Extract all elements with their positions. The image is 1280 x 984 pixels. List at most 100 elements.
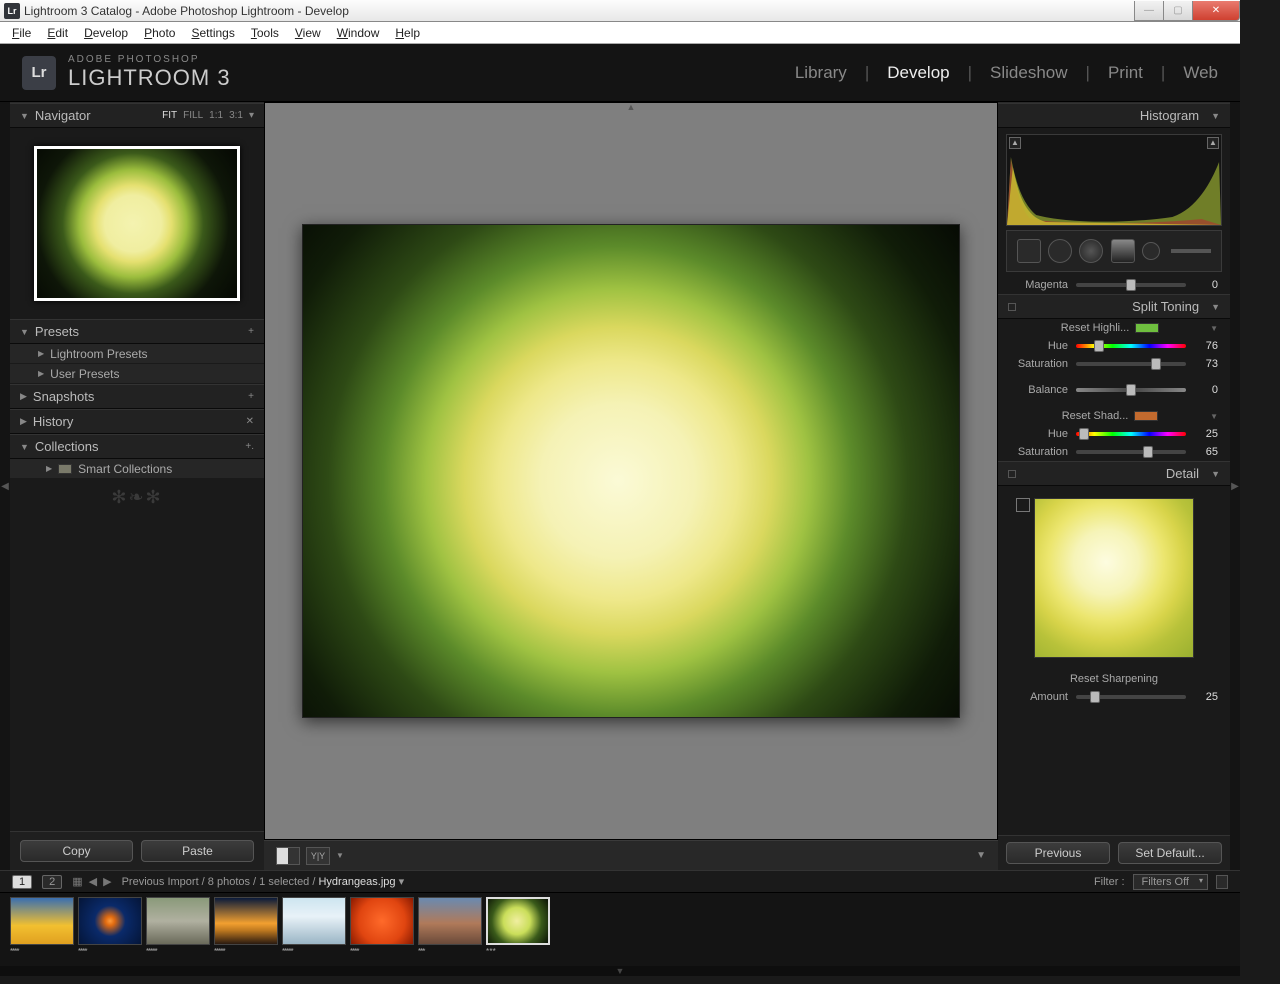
sharpening-amount-slider[interactable]: Amount 25	[998, 688, 1230, 706]
menu-view[interactable]: View	[289, 24, 327, 42]
rating-stars[interactable]: *****	[146, 945, 210, 956]
chevron-down-icon[interactable]: ▼	[1210, 324, 1218, 333]
window-minimize-button[interactable]: —	[1134, 1, 1164, 21]
nav-back-icon[interactable]: ◀	[89, 875, 97, 888]
filmstrip-thumbnail[interactable]	[10, 897, 74, 945]
add-snapshot-button[interactable]: +	[248, 391, 254, 402]
grad-filter-tool[interactable]	[1111, 239, 1135, 263]
adjust-brush-tool[interactable]	[1142, 242, 1160, 260]
filmstrip-item[interactable]: ****	[10, 897, 74, 956]
menu-edit[interactable]: Edit	[41, 24, 74, 42]
highlights-swatch[interactable]	[1135, 323, 1159, 333]
chevron-down-icon[interactable]: ▼	[1210, 412, 1218, 421]
filmstrip-thumbnail[interactable]	[78, 897, 142, 945]
filmstrip-thumbnail[interactable]	[486, 897, 550, 945]
magenta-slider[interactable]: Magenta 0	[998, 276, 1230, 294]
detail-preview[interactable]	[1034, 498, 1194, 658]
collections-header[interactable]: ▼ Collections +.	[10, 434, 264, 459]
before-after-button[interactable]: Y|Y	[306, 847, 330, 865]
filmstrip-item[interactable]: *****	[214, 897, 278, 956]
nav-1to1-button[interactable]: 1:1	[209, 110, 223, 121]
history-header[interactable]: ▶ History ✕	[10, 409, 264, 434]
filmstrip-item[interactable]: * * *	[486, 897, 550, 956]
filmstrip[interactable]: ******************************* * *	[0, 892, 1240, 966]
collection-item[interactable]: ▶ Smart Collections	[10, 459, 264, 479]
main-image[interactable]	[302, 224, 960, 718]
rating-stars[interactable]: ****	[78, 945, 142, 956]
set-default-button[interactable]: Set Default...	[1118, 842, 1222, 864]
menu-file[interactable]: File	[6, 24, 37, 42]
preset-folder[interactable]: ▶Lightroom Presets	[10, 344, 264, 364]
bottom-panel-grip[interactable]: ▼	[0, 966, 1240, 976]
crop-tool[interactable]	[1017, 239, 1041, 263]
shadows-swatch[interactable]	[1134, 411, 1158, 421]
module-slideshow[interactable]: Slideshow	[990, 63, 1068, 83]
nav-fill-button[interactable]: FILL	[183, 110, 203, 121]
toolbar-menu[interactable]: ▼	[976, 850, 986, 861]
highlights-sat-slider[interactable]: Saturation 73	[998, 355, 1230, 373]
detail-header[interactable]: Detail ▼	[998, 461, 1230, 486]
spot-tool[interactable]	[1048, 239, 1072, 263]
rating-stars[interactable]: *****	[282, 945, 346, 956]
filmstrip-item[interactable]: *****	[146, 897, 210, 956]
menu-photo[interactable]: Photo	[138, 24, 181, 42]
nav-fit-button[interactable]: FIT	[162, 110, 177, 121]
filter-dropdown[interactable]: Filters Off	[1133, 874, 1208, 890]
panel-switch-icon[interactable]	[1008, 470, 1016, 478]
monitor-1-button[interactable]: 1	[12, 875, 32, 889]
module-print[interactable]: Print	[1108, 63, 1143, 83]
previous-button[interactable]: Previous	[1006, 842, 1110, 864]
rating-stars[interactable]: ***	[418, 945, 482, 956]
grid-view-icon[interactable]: ▦	[72, 875, 82, 888]
highlights-hue-slider[interactable]: Hue 76	[998, 337, 1230, 355]
nav-fwd-icon[interactable]: ▶	[103, 875, 111, 888]
right-panel-grip[interactable]: ▶	[1230, 102, 1240, 870]
module-develop[interactable]: Develop	[887, 63, 949, 83]
menu-settings[interactable]: Settings	[185, 24, 240, 42]
filter-lock-icon[interactable]	[1216, 875, 1228, 889]
filmstrip-item[interactable]: ****	[350, 897, 414, 956]
histogram[interactable]: ▲ ▲	[1006, 134, 1222, 226]
panel-switch-icon[interactable]	[1008, 303, 1016, 311]
nav-3to1-button[interactable]: 3:1	[229, 110, 243, 121]
add-collection-button[interactable]: +.	[245, 441, 254, 452]
menu-tools[interactable]: Tools	[245, 24, 285, 42]
detail-target-icon[interactable]	[1016, 498, 1030, 512]
filmstrip-thumbnail[interactable]	[282, 897, 346, 945]
nav-zoom-menu[interactable]: ▾	[249, 110, 254, 121]
redeye-tool[interactable]	[1079, 239, 1103, 263]
menu-develop[interactable]: Develop	[78, 24, 134, 42]
paste-button[interactable]: Paste	[141, 840, 254, 862]
filmstrip-thumbnail[interactable]	[146, 897, 210, 945]
shadows-hue-slider[interactable]: Hue 25	[998, 425, 1230, 443]
rating-stars[interactable]: ****	[350, 945, 414, 956]
shadows-sat-slider[interactable]: Saturation 65	[998, 443, 1230, 461]
copy-button[interactable]: Copy	[20, 840, 133, 862]
filmstrip-thumbnail[interactable]	[214, 897, 278, 945]
filmstrip-thumbnail[interactable]	[418, 897, 482, 945]
top-panel-grip[interactable]: ▲	[627, 102, 636, 112]
breadcrumb[interactable]: Previous Import / 8 photos / 1 selected …	[122, 875, 405, 888]
brush-size-slider[interactable]	[1171, 249, 1211, 253]
menu-window[interactable]: Window	[331, 24, 386, 42]
monitor-2-button[interactable]: 2	[42, 875, 62, 889]
filmstrip-item[interactable]: *****	[282, 897, 346, 956]
clear-history-button[interactable]: ✕	[246, 416, 254, 427]
window-close-button[interactable]: ✕	[1192, 1, 1240, 21]
histogram-header[interactable]: Histogram ▼	[998, 103, 1230, 128]
navigator-header[interactable]: ▼ Navigator FIT FILL 1:1 3:1 ▾	[10, 103, 264, 128]
rating-stars[interactable]: *****	[214, 945, 278, 956]
add-preset-button[interactable]: +	[248, 326, 254, 337]
filmstrip-item[interactable]: ***	[418, 897, 482, 956]
left-panel-grip[interactable]: ◀	[0, 102, 10, 870]
module-web[interactable]: Web	[1183, 63, 1218, 83]
menu-help[interactable]: Help	[389, 24, 426, 42]
balance-slider[interactable]: Balance 0	[998, 381, 1230, 399]
filmstrip-thumbnail[interactable]	[350, 897, 414, 945]
preset-folder[interactable]: ▶User Presets	[10, 364, 264, 384]
filmstrip-item[interactable]: ****	[78, 897, 142, 956]
rating-stars[interactable]: ****	[10, 945, 74, 956]
split-toning-header[interactable]: Split Toning ▼	[998, 294, 1230, 319]
snapshots-header[interactable]: ▶ Snapshots +	[10, 384, 264, 409]
window-maximize-button[interactable]: ▢	[1163, 1, 1193, 21]
